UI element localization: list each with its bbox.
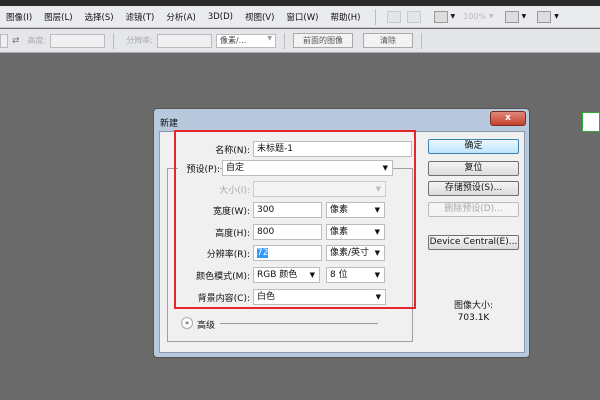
reset-button[interactable]: 复位 bbox=[428, 161, 519, 176]
menu-filter[interactable]: 滤镜(T) bbox=[120, 11, 161, 23]
resolution-label: 分辨率: bbox=[126, 36, 153, 45]
options-bar: ⇄ 高度: 分辨率: 像素/... ▼ 前面的图像 清除 bbox=[0, 29, 600, 53]
chevron-down-icon: ▼ bbox=[521, 13, 527, 20]
width-field[interactable] bbox=[0, 33, 8, 48]
highlight-box bbox=[174, 130, 416, 309]
save-preset-button[interactable]: 存储预设(S)... bbox=[428, 181, 519, 196]
advanced-toggle-icon[interactable]: » bbox=[181, 317, 193, 329]
menu-analysis[interactable]: 分析(A) bbox=[160, 11, 201, 23]
menu-help[interactable]: 帮助(H) bbox=[324, 11, 366, 23]
chevron-down-icon: ▼ bbox=[554, 13, 559, 20]
view-extras-icon[interactable] bbox=[433, 10, 448, 23]
divider bbox=[220, 323, 378, 324]
swap-icon[interactable]: ⇄ bbox=[12, 36, 20, 46]
side-panel-tab[interactable] bbox=[582, 112, 600, 132]
chevron-down-icon: ▼ bbox=[489, 13, 494, 20]
advanced-label[interactable]: 高级 bbox=[197, 318, 215, 331]
arrange-documents-icon[interactable] bbox=[504, 10, 519, 23]
menu-layer[interactable]: 图层(L) bbox=[38, 11, 78, 23]
unit-value: 像素/... bbox=[219, 35, 247, 45]
chevron-down-icon: ▼ bbox=[450, 13, 456, 20]
ok-button[interactable]: 确定 bbox=[428, 139, 519, 154]
chevron-down-icon: ▼ bbox=[267, 34, 272, 42]
height-label: 高度: bbox=[27, 36, 47, 45]
screen-mode-icon[interactable] bbox=[537, 10, 552, 23]
dialog-title: 新建 bbox=[160, 119, 179, 129]
close-button[interactable]: x bbox=[490, 111, 526, 126]
delete-preset-button: 删除预设(D)... bbox=[428, 202, 519, 217]
divider bbox=[113, 32, 115, 49]
unit-select[interactable]: 像素/... ▼ bbox=[215, 33, 276, 48]
divider bbox=[374, 8, 376, 25]
minibridge-icon[interactable] bbox=[406, 10, 421, 23]
menu-window[interactable]: 窗口(W) bbox=[280, 11, 324, 23]
divider bbox=[283, 32, 285, 49]
divider bbox=[420, 32, 422, 49]
height-field[interactable] bbox=[50, 33, 106, 48]
image-size-label: 图像大小: bbox=[453, 301, 494, 311]
clear-button[interactable]: 清除 bbox=[362, 33, 413, 48]
resolution-field[interactable] bbox=[156, 33, 212, 48]
zoom-level[interactable]: 100% bbox=[463, 12, 486, 21]
menu-view[interactable]: 视图(V) bbox=[239, 11, 280, 23]
menu-bar: 图像(I) 图层(L) 选择(S) 滤镜(T) 分析(A) 3D(D) 视图(V… bbox=[0, 6, 600, 28]
bridge-icon[interactable] bbox=[386, 10, 401, 23]
menu-3d[interactable]: 3D(D) bbox=[202, 12, 239, 22]
menu-select[interactable]: 选择(S) bbox=[79, 11, 120, 23]
image-size-value: 703.1K bbox=[457, 313, 490, 323]
device-central-button[interactable]: Device Central(E)... bbox=[428, 235, 519, 250]
menu-image[interactable]: 图像(I) bbox=[0, 11, 38, 23]
front-image-button[interactable]: 前面的图像 bbox=[292, 33, 353, 48]
